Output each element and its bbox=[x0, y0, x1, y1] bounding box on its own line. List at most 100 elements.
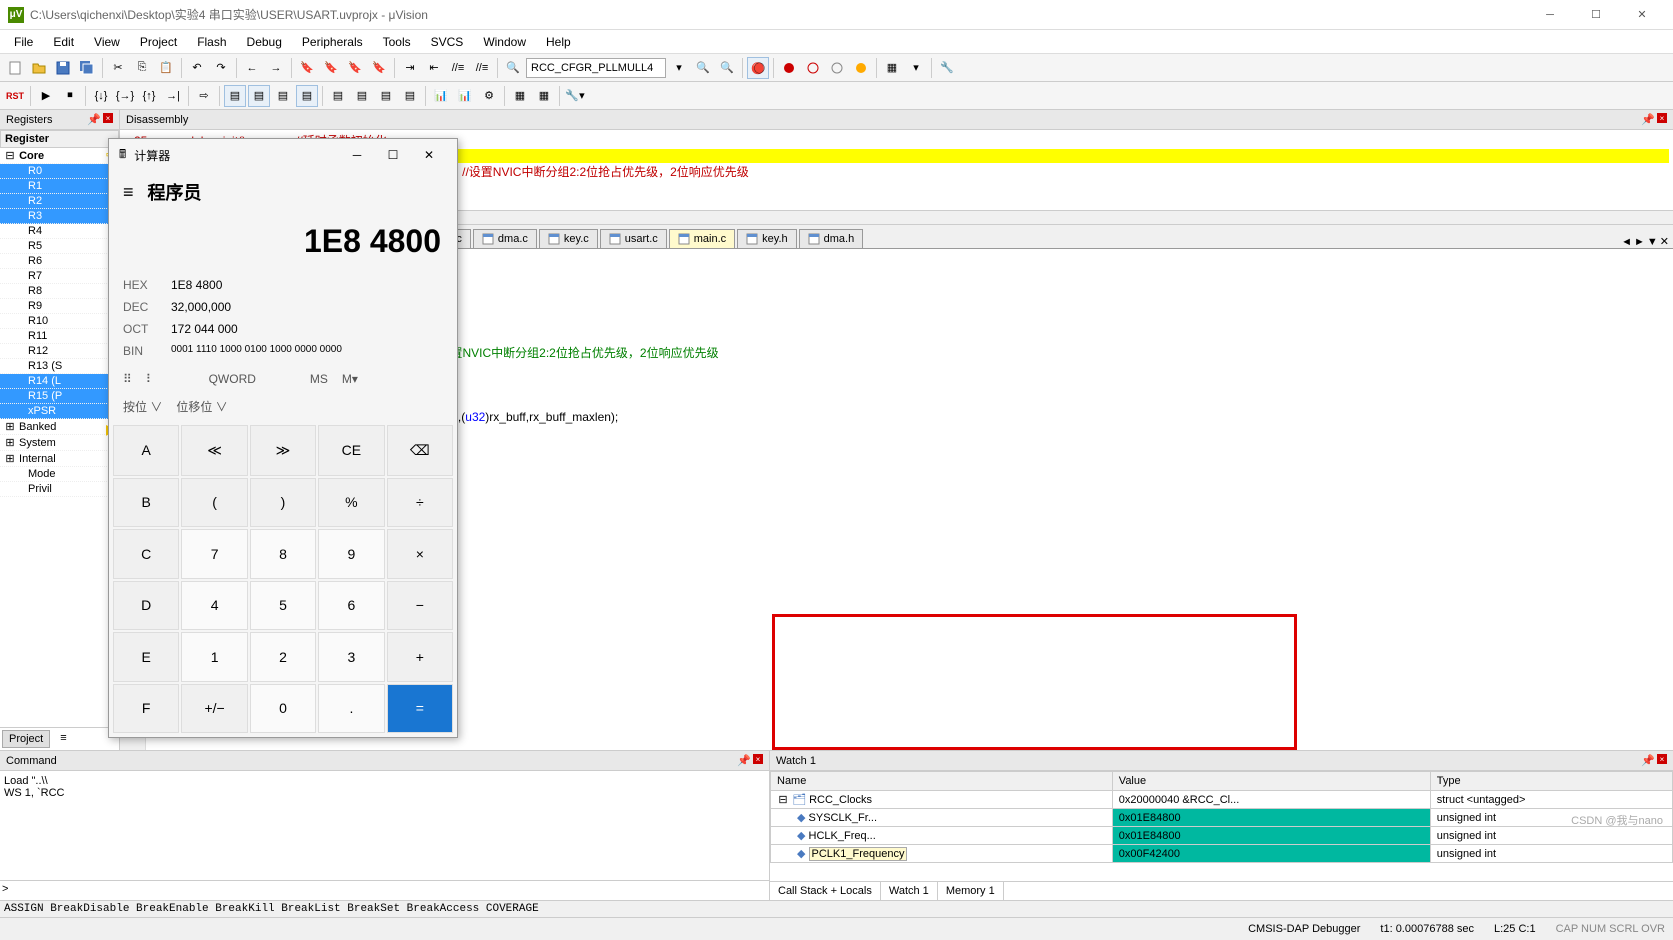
menu-svcs[interactable]: SVCS bbox=[421, 32, 474, 52]
calc-close-button[interactable]: ✕ bbox=[411, 148, 447, 162]
calc-key-1[interactable]: 1 bbox=[181, 632, 247, 682]
calculator-window[interactable]: 🖩 计算器 ─ ☐ ✕ ≡ 程序员 1E8 4800 HEX1E8 4800 D… bbox=[108, 138, 458, 738]
uncomment-icon[interactable]: //≡ bbox=[471, 57, 493, 79]
breakpoint-disable-icon[interactable] bbox=[802, 57, 824, 79]
close-button[interactable]: ✕ bbox=[1619, 0, 1665, 30]
register-list[interactable]: ⊟ CoreR0R1R2R3R4R5R6R7R8R9R10R11R12R13 (… bbox=[0, 148, 119, 727]
calc-key-E[interactable]: E bbox=[113, 632, 179, 682]
pin-icon[interactable]: 📌 bbox=[1641, 113, 1655, 126]
watch-column-header[interactable]: Value bbox=[1112, 772, 1430, 791]
close-pane-icon[interactable]: × bbox=[1657, 754, 1667, 764]
calc-key-8[interactable]: 8 bbox=[250, 529, 316, 579]
calc-key-≫[interactable]: ≫ bbox=[250, 425, 316, 476]
find-icon[interactable]: 🔍 bbox=[502, 57, 524, 79]
command-output[interactable]: Load "..\\WS 1, `RCC bbox=[0, 771, 769, 880]
calc-bin-row[interactable]: BIN0001 1110 1000 0100 1000 0000 0000 bbox=[123, 340, 443, 362]
pin-icon[interactable]: 📌 bbox=[87, 113, 101, 126]
editor-tab[interactable]: dma.c bbox=[473, 229, 537, 248]
tab-close-icon[interactable]: ✕ bbox=[1660, 235, 1669, 248]
register-row[interactable]: Privil bbox=[0, 482, 119, 497]
redo-icon[interactable]: ↷ bbox=[210, 57, 232, 79]
nav-back-icon[interactable]: ← bbox=[241, 57, 263, 79]
calc-key-.[interactable]: . bbox=[318, 684, 384, 734]
register-row[interactable]: R11 bbox=[0, 329, 119, 344]
pin-icon[interactable]: 📌 bbox=[1641, 754, 1655, 767]
calc-key-([interactable]: ( bbox=[181, 478, 247, 528]
menu-project[interactable]: Project bbox=[130, 32, 187, 52]
calc-hex-row[interactable]: HEX1E8 4800 bbox=[123, 274, 443, 296]
debug-icon[interactable]: 🔴⃝ bbox=[747, 57, 769, 79]
command-input[interactable]: > bbox=[0, 880, 769, 900]
bookmark-icon[interactable]: 🔖 bbox=[296, 57, 318, 79]
watch-value-cell[interactable]: 0x20000040 &RCC_Cl... bbox=[1112, 791, 1430, 809]
comment-icon[interactable]: //≡ bbox=[447, 57, 469, 79]
disasm-window-icon[interactable]: ▤ bbox=[248, 85, 270, 107]
register-row[interactable]: xPSR bbox=[0, 404, 119, 419]
watch-name-cell[interactable]: ⊟ 🗂 RCC_Clocks bbox=[771, 791, 1113, 809]
calc-key-=[interactable]: = bbox=[387, 684, 453, 734]
find-dropdown-icon[interactable]: ▾ bbox=[668, 57, 690, 79]
calc-key-+[interactable]: + bbox=[387, 632, 453, 682]
register-row[interactable]: R5 bbox=[0, 239, 119, 254]
editor-tab[interactable]: dma.h bbox=[799, 229, 864, 248]
register-row[interactable]: R13 (S bbox=[0, 359, 119, 374]
open-icon[interactable] bbox=[28, 57, 50, 79]
register-row[interactable]: R8 bbox=[0, 284, 119, 299]
performance-icon[interactable]: ▦ bbox=[533, 85, 555, 107]
breakpoint-icon[interactable] bbox=[778, 57, 800, 79]
register-row[interactable]: R15 (P bbox=[0, 389, 119, 404]
watch-tab[interactable]: Memory 1 bbox=[938, 882, 1004, 900]
run-to-cursor-icon[interactable]: →| bbox=[162, 85, 184, 107]
indent-icon[interactable]: ⇥ bbox=[399, 57, 421, 79]
register-group-banked[interactable]: ⊞ Banked bbox=[0, 419, 119, 435]
calc-minimize-button[interactable]: ─ bbox=[339, 148, 375, 162]
minimize-button[interactable]: ─ bbox=[1527, 0, 1573, 30]
close-pane-icon[interactable]: × bbox=[103, 113, 113, 123]
tab-nav-right-icon[interactable]: ► bbox=[1634, 236, 1645, 248]
editor-tab[interactable]: usart.c bbox=[600, 229, 667, 248]
stop-icon[interactable]: ⏹ bbox=[59, 85, 81, 107]
watch-row[interactable]: ◆ HCLK_Freq...0x01E84800unsigned int bbox=[771, 827, 1673, 845]
watch-value-cell[interactable]: 0x01E84800 bbox=[1112, 827, 1430, 845]
save-icon[interactable] bbox=[52, 57, 74, 79]
window-icon[interactable]: ▦ bbox=[881, 57, 903, 79]
calc-dec-row[interactable]: DEC32,000,000 bbox=[123, 296, 443, 318]
find-prev-icon[interactable]: 🔍 bbox=[716, 57, 738, 79]
breakpoint-enable-icon[interactable] bbox=[826, 57, 848, 79]
close-pane-icon[interactable]: × bbox=[753, 754, 763, 764]
menu-help[interactable]: Help bbox=[536, 32, 581, 52]
register-row[interactable]: R6 bbox=[0, 254, 119, 269]
register-row[interactable]: R1 bbox=[0, 179, 119, 194]
calc-key-6[interactable]: 6 bbox=[318, 581, 384, 631]
symbol-window-icon[interactable]: ▤ bbox=[272, 85, 294, 107]
calc-key-%[interactable]: % bbox=[318, 478, 384, 528]
register-row[interactable]: R3 bbox=[0, 209, 119, 224]
register-row[interactable]: Mode bbox=[0, 467, 119, 482]
reset-icon[interactable]: RST bbox=[4, 85, 26, 107]
calc-key-⌫[interactable]: ⌫ bbox=[387, 425, 453, 476]
new-icon[interactable] bbox=[4, 57, 26, 79]
menu-file[interactable]: File bbox=[4, 32, 43, 52]
paste-icon[interactable]: 📋 bbox=[155, 57, 177, 79]
watch-tab[interactable]: Call Stack + Locals bbox=[770, 882, 881, 900]
config-icon[interactable]: 🔧 bbox=[936, 57, 958, 79]
watch-row[interactable]: ⊟ 🗂 RCC_Clocks0x20000040 &RCC_Cl...struc… bbox=[771, 791, 1673, 809]
show-next-icon[interactable]: ⇨ bbox=[193, 85, 215, 107]
watch-icon[interactable]: ▤ bbox=[351, 85, 373, 107]
calc-key-÷[interactable]: ÷ bbox=[387, 478, 453, 528]
close-pane-icon[interactable]: × bbox=[1657, 113, 1667, 123]
watch-table-container[interactable]: NameValueType ⊟ 🗂 RCC_Clocks0x20000040 &… bbox=[770, 771, 1673, 881]
menu-peripherals[interactable]: Peripherals bbox=[292, 32, 373, 52]
analyzer-icon[interactable]: 📊 bbox=[430, 85, 452, 107]
window-dropdown-icon[interactable]: ▾ bbox=[905, 57, 927, 79]
register-row[interactable]: R10 bbox=[0, 314, 119, 329]
tab-dropdown-icon[interactable]: ▼ bbox=[1647, 236, 1658, 248]
watch-column-header[interactable]: Name bbox=[771, 772, 1113, 791]
calc-menu-icon[interactable]: ≡ bbox=[123, 182, 134, 203]
calc-keypad-icon[interactable]: ⠿ bbox=[123, 372, 132, 386]
editor-tab[interactable]: key.h bbox=[737, 229, 796, 248]
outdent-icon[interactable]: ⇤ bbox=[423, 57, 445, 79]
step-over-icon[interactable]: {→} bbox=[114, 85, 136, 107]
memory-icon[interactable]: ▤ bbox=[375, 85, 397, 107]
menu-view[interactable]: View bbox=[84, 32, 130, 52]
